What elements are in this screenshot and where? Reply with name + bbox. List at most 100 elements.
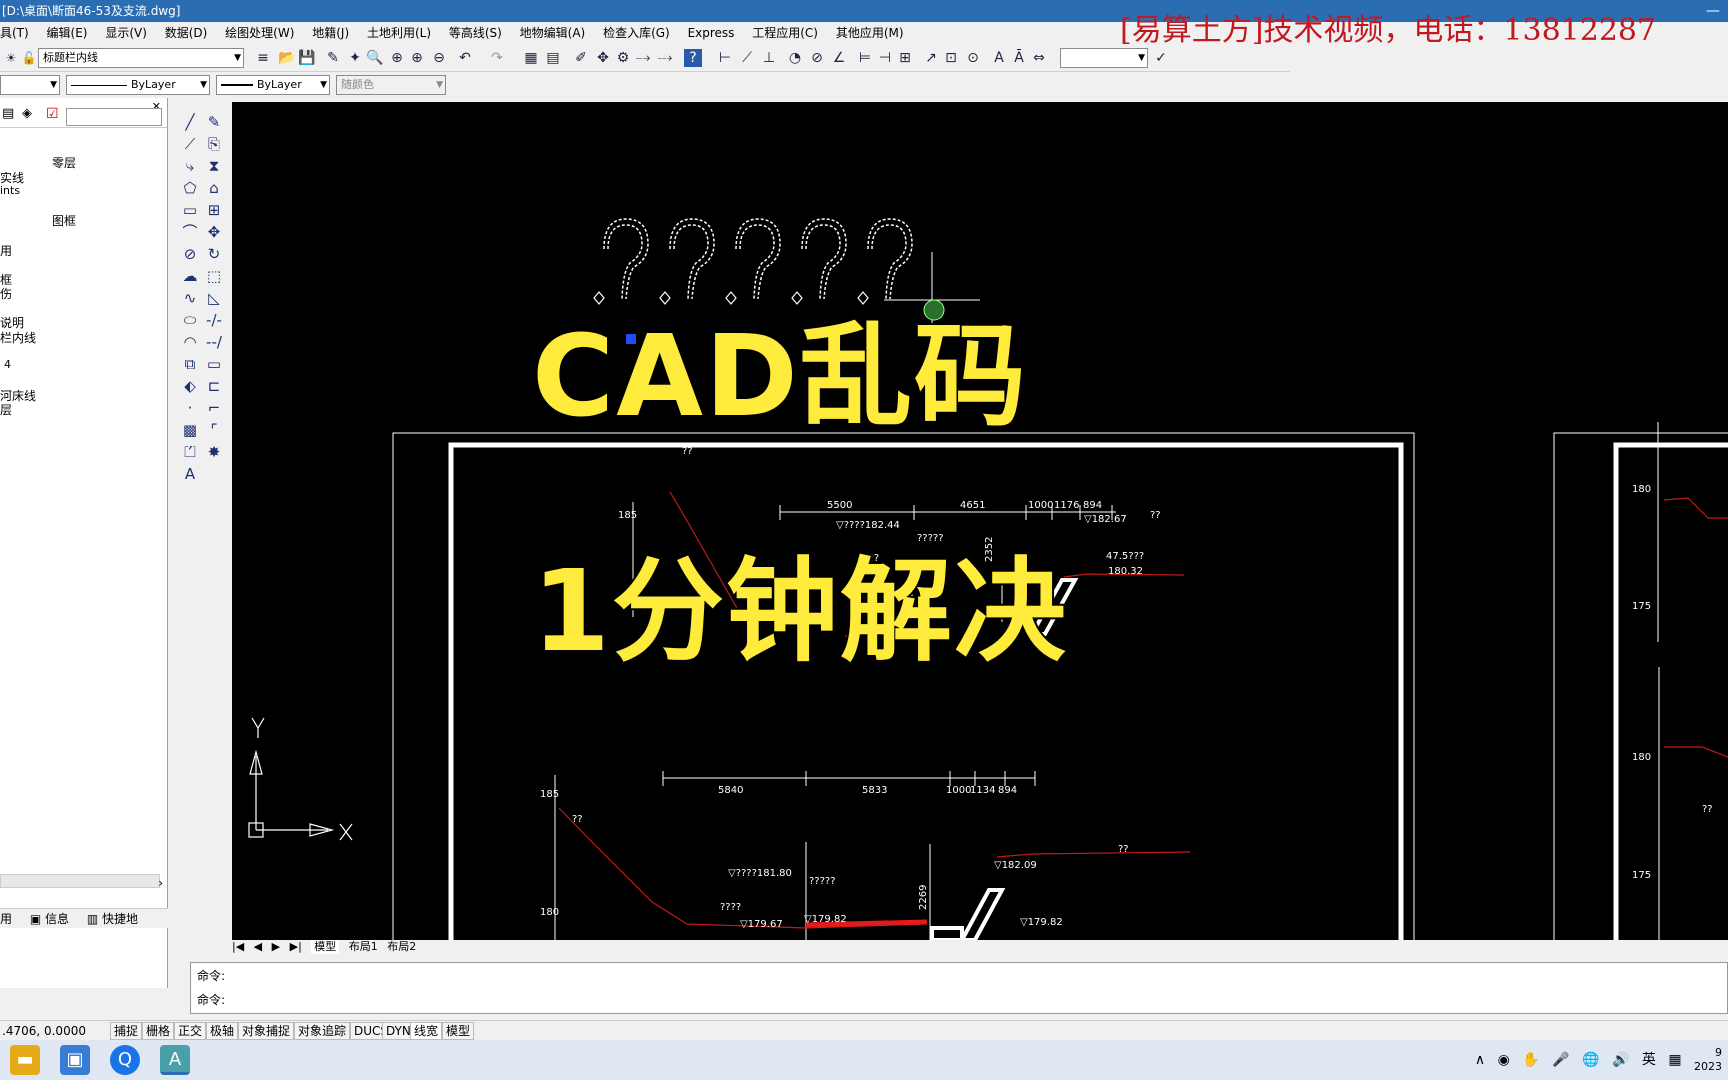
- grid-icon[interactable]: ▤: [544, 49, 562, 67]
- layer-item[interactable]: 零层: [52, 154, 76, 171]
- dim-edit-icon[interactable]: A: [990, 49, 1008, 67]
- zoom-realtime-icon[interactable]: 🔍: [366, 49, 384, 67]
- offset-icon[interactable]: ⌂: [204, 178, 224, 198]
- menu-tools[interactable]: 具(T): [0, 22, 29, 44]
- erase-icon[interactable]: ✎: [204, 112, 224, 132]
- continue-icon[interactable]: ⊞: [896, 49, 914, 67]
- file-explorer-icon[interactable]: ▬: [10, 1045, 40, 1075]
- tab-layout2[interactable]: 布局2: [387, 940, 416, 954]
- rectangle-icon[interactable]: ▭: [180, 200, 200, 220]
- cloud-icon[interactable]: ☁: [180, 266, 200, 286]
- save-icon[interactable]: 💾: [298, 49, 316, 67]
- menu-land-use[interactable]: 土地利用(L): [367, 22, 431, 44]
- edit-icon[interactable]: ⚙: [614, 49, 632, 67]
- command-prompt[interactable]: 命令:: [197, 991, 225, 1008]
- polygon-icon[interactable]: ⬠: [180, 178, 200, 198]
- keyboard-icon[interactable]: ▦: [1668, 1052, 1681, 1068]
- dimension-ordinate-icon[interactable]: ⊥: [760, 49, 778, 67]
- rotate-icon[interactable]: ↻: [204, 244, 224, 264]
- tab-layout1[interactable]: 布局1: [349, 940, 378, 954]
- tab-nav-last-icon[interactable]: ▶|: [290, 940, 302, 954]
- move-icon[interactable]: ✥: [204, 222, 224, 242]
- menu-draw[interactable]: 绘图处理(W): [225, 22, 294, 44]
- open-icon[interactable]: 📂: [278, 49, 296, 67]
- tab-nav-first-icon[interactable]: |◀: [232, 940, 244, 954]
- polyline-icon[interactable]: ⤷: [180, 156, 200, 176]
- minimize-button[interactable]: —: [1706, 0, 1720, 22]
- linetype-combo[interactable]: ByLayer ▼: [66, 75, 210, 95]
- trim-icon[interactable]: ⤍: [634, 49, 652, 67]
- quick-dimension-icon[interactable]: ⊨: [856, 49, 874, 67]
- layer-item[interactable]: 4: [4, 358, 11, 371]
- layer-lock-icon[interactable]: 🔓: [20, 49, 38, 67]
- cad-app-icon[interactable]: A: [160, 1045, 190, 1075]
- arc-icon[interactable]: ⌒: [180, 222, 200, 242]
- layer-item[interactable]: 图框: [52, 212, 76, 229]
- mtext-icon[interactable]: A: [180, 464, 200, 484]
- dim-style-combo[interactable]: ▼: [1060, 48, 1148, 68]
- stretch-icon[interactable]: ◺: [204, 288, 224, 308]
- zoom-window-icon[interactable]: ⊕: [388, 49, 406, 67]
- layer-props-icon[interactable]: ▤: [2, 106, 14, 121]
- menu-express[interactable]: Express: [688, 22, 735, 44]
- drawing-canvas[interactable]: 5500 4651 1000 1176 894 ?? ▽????182.44 ?…: [232, 102, 1728, 940]
- browser-icon[interactable]: Q: [110, 1045, 140, 1075]
- ime-indicator[interactable]: 英: [1642, 1052, 1656, 1068]
- extend-icon[interactable]: --/: [204, 332, 224, 352]
- layer-state-icon[interactable]: ☀: [2, 49, 20, 67]
- hatch-icon[interactable]: ▩: [180, 420, 200, 440]
- layer-filter-input[interactable]: [66, 108, 162, 126]
- layer-item[interactable]: 层: [0, 401, 12, 418]
- dimension-angular-icon[interactable]: ∠: [830, 49, 848, 67]
- layer-manager-icon[interactable]: ≡: [254, 49, 272, 67]
- redo-icon[interactable]: ↷: [488, 49, 506, 67]
- ellipse-icon[interactable]: ⬭: [180, 310, 200, 330]
- region-icon[interactable]: ⏍: [180, 442, 200, 462]
- menu-check[interactable]: 检查入库(G): [603, 22, 670, 44]
- draw-icon[interactable]: ✐: [572, 49, 590, 67]
- network-icon[interactable]: 🌐: [1582, 1052, 1599, 1068]
- zoom-previous-icon[interactable]: ⊖: [430, 49, 448, 67]
- osnap-toggle[interactable]: 对象捕捉: [238, 1022, 295, 1040]
- explode-icon[interactable]: ✸: [204, 442, 224, 462]
- copy-icon[interactable]: ⎘: [204, 134, 224, 154]
- menu-feature-edit[interactable]: 地物编辑(A): [520, 22, 586, 44]
- mirror-icon[interactable]: ⧗: [204, 156, 224, 176]
- circle-icon[interactable]: ⊘: [180, 244, 200, 264]
- fillet-icon[interactable]: ⌜: [204, 420, 224, 440]
- dim-update-icon[interactable]: ⇔: [1030, 49, 1048, 67]
- point-icon[interactable]: ·: [180, 398, 200, 418]
- dim-style-icon[interactable]: ✓: [1152, 49, 1170, 67]
- join-icon[interactable]: ⊏: [204, 376, 224, 396]
- dimension-linear-icon[interactable]: ⊢: [716, 49, 734, 67]
- tab-nav-prev-icon[interactable]: ◀: [254, 940, 262, 954]
- microphone-icon[interactable]: 🎤: [1552, 1052, 1569, 1068]
- dimension-diameter-icon[interactable]: ⊘: [808, 49, 826, 67]
- polar-toggle[interactable]: 极轴: [206, 1022, 239, 1040]
- layer-item[interactable]: 栏内线: [0, 329, 36, 346]
- panel-tab-quick[interactable]: 快捷地: [102, 912, 138, 926]
- make-block-icon[interactable]: ⬖: [180, 376, 200, 396]
- zoom-in-icon[interactable]: ⊕: [408, 49, 426, 67]
- insert-block-icon[interactable]: ⧉: [180, 354, 200, 374]
- array-icon[interactable]: ⊞: [204, 200, 224, 220]
- volume-icon[interactable]: 🔊: [1612, 1052, 1629, 1068]
- tab-nav-next-icon[interactable]: ▶: [272, 940, 280, 954]
- panel-tab-info[interactable]: 信息: [45, 912, 69, 926]
- match-icon[interactable]: ✦: [346, 49, 364, 67]
- dim-text-edit-icon[interactable]: Ā: [1010, 49, 1028, 67]
- menu-other[interactable]: 其他应用(M): [836, 22, 904, 44]
- baseline-icon[interactable]: ⊣: [876, 49, 894, 67]
- camera-icon[interactable]: ◉: [1498, 1052, 1510, 1068]
- break-icon[interactable]: ▭: [204, 354, 224, 374]
- ellipse-arc-icon[interactable]: ◠: [180, 332, 200, 352]
- menu-contour[interactable]: 等高线(S): [449, 22, 502, 44]
- menu-view[interactable]: 显示(V): [105, 22, 147, 44]
- layer-item[interactable]: 用: [0, 242, 12, 259]
- undo-icon[interactable]: ↶: [456, 49, 474, 67]
- color-control[interactable]: ▼: [0, 75, 60, 95]
- properties-icon[interactable]: ▦: [522, 49, 540, 67]
- dimension-radius-icon[interactable]: ◔: [786, 49, 804, 67]
- extend-icon[interactable]: ⤏: [656, 49, 674, 67]
- line-icon[interactable]: ╱: [180, 112, 200, 132]
